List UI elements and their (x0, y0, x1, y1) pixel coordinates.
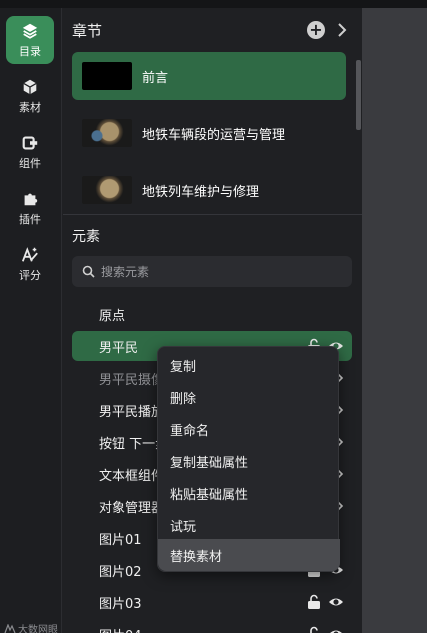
elements-title: 元素 (72, 229, 100, 245)
element-label: 图片01 (99, 532, 142, 548)
element-label: 图片03 (99, 596, 142, 612)
rail-item-components[interactable]: 组件 (6, 128, 54, 176)
component-icon (22, 136, 38, 149)
element-label: 文本框组件 (99, 468, 165, 484)
chapter-label: 地铁车辆段的运营与管理 (142, 127, 286, 143)
chapter-thumbnail (82, 62, 132, 90)
chapters-scrollbar[interactable] (356, 60, 361, 130)
puzzle-icon (24, 193, 38, 205)
rail-item-label: 插件 (19, 212, 41, 226)
watermark-text: 大数网眼 (18, 625, 58, 633)
menu-item-preview[interactable]: 试玩 (158, 509, 340, 541)
chapter-label: 地铁列车维护与修理 (142, 184, 260, 200)
cube-icon (23, 79, 37, 94)
unlock-icon[interactable] (306, 626, 322, 633)
chapter-item[interactable]: 地铁列车维护与修理 (72, 166, 346, 214)
chapter-label: 前言 (142, 70, 169, 86)
element-search[interactable] (72, 256, 352, 287)
menu-item-copy-base-props[interactable]: 复制基础属性 (158, 445, 340, 477)
menu-item-rename[interactable]: 重命名 (158, 413, 340, 445)
element-label: 图片04 (99, 625, 142, 633)
element-label: 原点 (99, 308, 126, 324)
chapters-title: 章节 (72, 22, 103, 40)
rail-item-label: 目录 (19, 44, 41, 58)
eye-icon[interactable] (328, 594, 344, 610)
search-input[interactable] (101, 264, 341, 279)
search-icon (82, 265, 95, 278)
rail-item-label: 组件 (19, 156, 41, 170)
menu-item-replace-asset[interactable]: 替换素材 (158, 539, 340, 571)
canvas-area (362, 8, 427, 633)
rail-item-catalog[interactable]: 目录 (6, 16, 54, 64)
chevron-right-icon[interactable] (335, 21, 349, 39)
section-divider (63, 214, 362, 215)
element-label: 男平民 (99, 340, 139, 356)
element-label: 图片02 (99, 564, 142, 580)
watermark-logo-icon (4, 623, 16, 633)
context-menu: 复制 删除 重命名 复制基础属性 粘贴基础属性 试玩 替换素材 (157, 346, 340, 572)
watermark: 大数网眼 (4, 621, 58, 633)
eye-icon[interactable] (328, 626, 344, 633)
element-label: 对象管理器 (99, 500, 165, 516)
add-chapter-button[interactable]: + (307, 21, 325, 39)
score-icon (21, 246, 38, 262)
chapter-item[interactable]: 地铁车辆段的运营与管理 (72, 109, 346, 157)
chapter-item[interactable]: 前言 (72, 52, 346, 100)
unlock-icon[interactable] (306, 594, 322, 610)
chapter-thumbnail (82, 176, 132, 204)
element-row[interactable]: 原点 (72, 299, 352, 329)
menu-item-delete[interactable]: 删除 (158, 381, 340, 413)
menu-item-paste-base-props[interactable]: 粘贴基础属性 (158, 477, 340, 509)
rail-item-assets[interactable]: 素材 (6, 72, 54, 120)
element-row[interactable]: 图片03 (72, 587, 352, 617)
rail-item-plugins[interactable]: 插件 (6, 184, 54, 232)
left-rail: 目录 素材 组件 插件 评分 大数网眼 (0, 8, 62, 633)
title-strip (0, 0, 427, 8)
rail-item-label: 评分 (19, 268, 41, 282)
element-row[interactable]: 图片04 (72, 619, 352, 633)
menu-item-copy[interactable]: 复制 (158, 349, 340, 381)
layers-icon (22, 23, 38, 39)
rail-item-label: 素材 (19, 100, 41, 114)
rail-item-score[interactable]: 评分 (6, 240, 54, 288)
chapter-thumbnail (82, 119, 132, 147)
